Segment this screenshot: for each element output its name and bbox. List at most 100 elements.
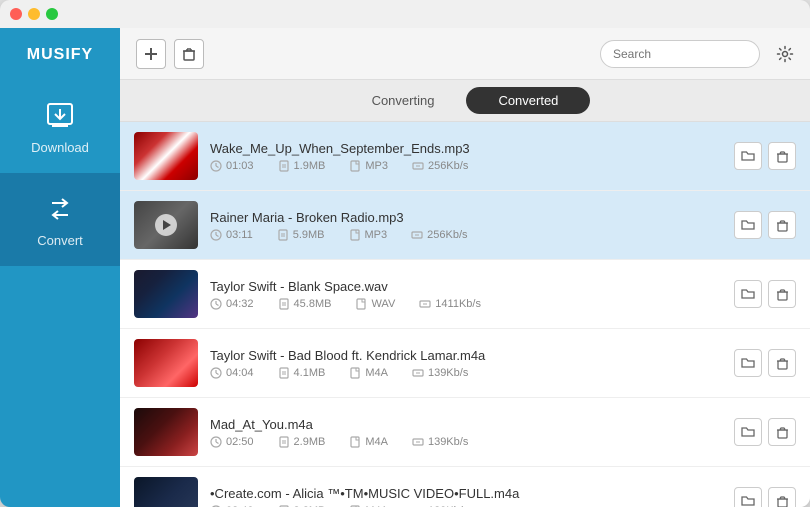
file-meta: 04:04 4.1MB M4A xyxy=(210,367,722,379)
file-size-icon xyxy=(278,160,290,172)
bitrate-icon xyxy=(412,436,424,448)
gear-icon xyxy=(776,45,794,63)
minimize-button[interactable] xyxy=(28,8,40,20)
delete-toolbar-button[interactable] xyxy=(174,39,204,69)
delete-file-button[interactable] xyxy=(768,418,796,446)
open-folder-button[interactable] xyxy=(734,280,762,308)
folder-icon xyxy=(741,356,755,370)
delete-file-button[interactable] xyxy=(768,142,796,170)
duration-meta: 03:11 xyxy=(210,229,253,241)
sidebar: MUSIFY Download xyxy=(0,28,120,507)
trash-file-icon xyxy=(776,495,789,507)
duration: 01:03 xyxy=(226,160,254,172)
delete-file-button[interactable] xyxy=(768,349,796,377)
file-size-icon xyxy=(278,298,290,310)
duration-meta: 01:03 xyxy=(210,160,254,172)
delete-file-button[interactable] xyxy=(768,211,796,239)
format-icon xyxy=(349,160,361,172)
trash-file-icon xyxy=(776,357,789,370)
file-info: Mad_At_You.m4a 02:50 2.9 xyxy=(210,417,722,448)
format-meta: WAV xyxy=(355,298,395,310)
open-folder-button[interactable] xyxy=(734,142,762,170)
file-size: 4.1MB xyxy=(294,367,326,379)
open-folder-button[interactable] xyxy=(734,487,762,507)
format: WAV xyxy=(371,298,395,310)
toolbar xyxy=(120,28,810,80)
file-name: Wake_Me_Up_When_September_Ends.mp3 xyxy=(210,141,722,156)
bitrate-meta: 1411Kb/s xyxy=(419,298,481,310)
format-icon xyxy=(349,367,361,379)
bitrate-icon xyxy=(419,298,431,310)
sidebar-item-convert[interactable]: Convert xyxy=(0,173,120,266)
close-button[interactable] xyxy=(10,8,22,20)
file-info: Wake_Me_Up_When_September_Ends.mp3 01:03 xyxy=(210,141,722,172)
delete-file-button[interactable] xyxy=(768,487,796,507)
duration: 04:04 xyxy=(226,367,254,379)
sidebar-item-download[interactable]: Download xyxy=(0,80,120,173)
trash-icon xyxy=(182,47,196,61)
file-thumbnail xyxy=(134,201,198,249)
duration: 02:50 xyxy=(226,436,254,448)
file-thumbnail xyxy=(134,270,198,318)
clock-icon xyxy=(210,298,222,310)
file-size-icon xyxy=(278,436,290,448)
open-folder-button[interactable] xyxy=(734,349,762,377)
size-meta: 45.8MB xyxy=(278,298,332,310)
settings-button[interactable] xyxy=(776,45,794,63)
maximize-button[interactable] xyxy=(46,8,58,20)
folder-icon xyxy=(741,287,755,301)
bitrate: 1411Kb/s xyxy=(435,298,481,310)
format-meta: MP3 xyxy=(349,229,388,241)
file-actions xyxy=(734,211,796,239)
bitrate: 256Kb/s xyxy=(427,229,467,241)
tab-converted[interactable]: Converted xyxy=(466,87,590,114)
app-window: MUSIFY Download xyxy=(0,0,810,507)
clock-icon xyxy=(210,229,222,241)
bitrate-icon xyxy=(412,367,424,379)
file-actions xyxy=(734,280,796,308)
file-size-icon xyxy=(277,229,289,241)
clock-icon xyxy=(210,367,222,379)
size-meta: 5.9MB xyxy=(277,229,325,241)
duration: 04:32 xyxy=(226,298,254,310)
sidebar-item-download-label: Download xyxy=(31,140,89,155)
folder-icon xyxy=(741,494,755,507)
file-item: Taylor Swift - Bad Blood ft. Kendrick La… xyxy=(120,329,810,398)
bitrate-icon xyxy=(411,229,423,241)
duration-meta: 02:50 xyxy=(210,436,254,448)
app-logo: MUSIFY xyxy=(27,38,93,80)
file-thumbnail xyxy=(134,132,198,180)
folder-icon xyxy=(741,425,755,439)
file-size: 2.9MB xyxy=(294,436,326,448)
add-icon xyxy=(144,47,158,61)
format-icon xyxy=(355,298,367,310)
file-thumbnail xyxy=(134,477,198,507)
file-info: Rainer Maria - Broken Radio.mp3 03:11 xyxy=(210,210,722,241)
tab-converting[interactable]: Converting xyxy=(340,87,467,114)
format-meta: M4A xyxy=(349,436,388,448)
format: MP3 xyxy=(365,160,388,172)
bitrate-icon xyxy=(412,160,424,172)
file-item: Taylor Swift - Blank Space.wav 04:32 xyxy=(120,260,810,329)
file-info: •Create.com - Alicia ™•TM•MUSIC VIDEO•FU… xyxy=(210,486,722,507)
file-size: 1.9MB xyxy=(294,160,326,172)
search-bar xyxy=(600,40,760,68)
file-actions xyxy=(734,487,796,507)
open-folder-button[interactable] xyxy=(734,211,762,239)
clock-icon xyxy=(210,160,222,172)
bitrate-meta: 139Kb/s xyxy=(412,436,468,448)
open-folder-button[interactable] xyxy=(734,418,762,446)
file-item: Rainer Maria - Broken Radio.mp3 03:11 xyxy=(120,191,810,260)
file-list: Wake_Me_Up_When_September_Ends.mp3 01:03 xyxy=(120,122,810,507)
bitrate-meta: 139Kb/s xyxy=(412,367,468,379)
file-thumbnail xyxy=(134,339,198,387)
add-button[interactable] xyxy=(136,39,166,69)
bitrate-meta: 256Kb/s xyxy=(412,160,468,172)
search-input[interactable] xyxy=(600,40,760,68)
size-meta: 1.9MB xyxy=(278,160,326,172)
file-name: Taylor Swift - Blank Space.wav xyxy=(210,279,722,294)
trash-file-icon xyxy=(776,426,789,439)
delete-file-button[interactable] xyxy=(768,280,796,308)
file-name: Rainer Maria - Broken Radio.mp3 xyxy=(210,210,722,225)
file-name: Taylor Swift - Bad Blood ft. Kendrick La… xyxy=(210,348,722,363)
